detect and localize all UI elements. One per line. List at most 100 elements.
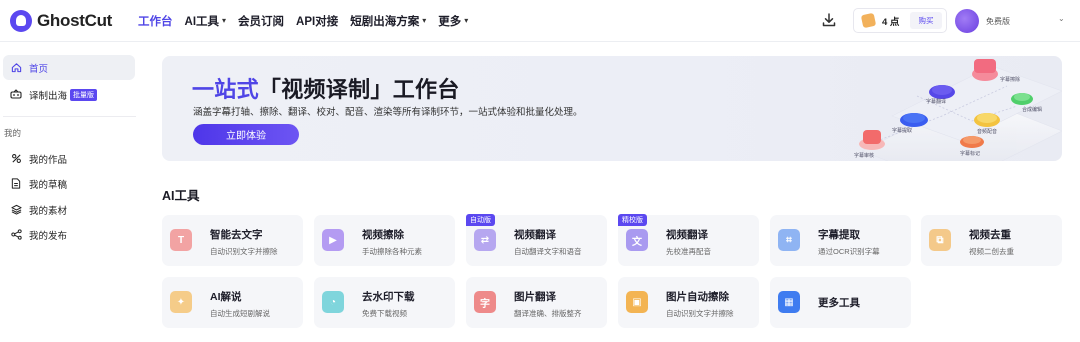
- ai-narration-icon: ✦: [170, 291, 192, 313]
- nav-item[interactable]: 更多 ▾: [438, 13, 468, 29]
- tool-card-title: AI解说: [210, 291, 242, 303]
- banner-subtitle: 涵盖字幕打轴、擦除、翻译、校对、配音、渲染等所有译制环节，一站式体验和批量化处理…: [193, 107, 583, 118]
- sidebar: 首页 译制出海 批量版 我的 我的作品 我的草稿 我的素材 我的发布: [0, 43, 142, 342]
- art-label: 音频配音: [977, 128, 997, 135]
- coin-icon: [860, 12, 877, 29]
- tool-card-desc: 手动擦除各种元素: [362, 247, 422, 256]
- node-red-icon: [859, 130, 885, 150]
- subtitle-translate-icon: [10, 89, 22, 101]
- tool-card[interactable]: ▦ 更多工具: [770, 277, 911, 328]
- plan-label: 免费版: [986, 17, 1010, 26]
- tool-card[interactable]: 文 视频翻译 先校准再配音 精校版: [618, 214, 759, 266]
- hero-banner: 一站式「视频译制」工作台 涵盖字幕打轴、擦除、翻译、校对、配音、渲染等所有译制环…: [162, 56, 1062, 161]
- tool-card[interactable]: 字 图片翻译 翻译准确、排版整齐: [466, 277, 607, 328]
- tool-card-desc: 自动生成短剧解说: [210, 309, 270, 318]
- logo[interactable]: GhostCut: [10, 9, 112, 32]
- translate-proof-icon: 文: [626, 229, 648, 251]
- video-translate-icon: ⇄: [474, 229, 496, 251]
- tool-card[interactable]: ⌗ 字幕提取通过OCR识别字幕: [770, 215, 911, 266]
- subtitle-extract-icon: ⌗: [778, 229, 800, 251]
- tool-card[interactable]: ▣ 图片自动擦除 自动识别文字并擦除: [618, 277, 759, 328]
- home-icon: [10, 62, 22, 74]
- sidebar-item-label: 我的发布: [29, 230, 68, 242]
- buy-points-button[interactable]: 购买: [910, 12, 942, 29]
- ghost-logo-icon: [10, 9, 32, 32]
- nav-item[interactable]: API对接: [296, 13, 338, 29]
- image-translate-icon: 字: [474, 291, 496, 313]
- sidebar-item-works[interactable]: 我的作品: [3, 146, 135, 171]
- art-label: 合成编辑: [1022, 106, 1042, 113]
- tool-card-title: 智能去文字: [210, 229, 263, 241]
- tool-card-desc: 免费下载视频: [362, 309, 407, 318]
- tool-card-desc: 自动翻译文字和语音: [514, 247, 582, 256]
- more-tools-icon: ▦: [778, 291, 800, 313]
- tool-card-title: 图片翻译: [514, 291, 556, 303]
- art-label: 字幕审核: [854, 152, 874, 159]
- sidebar-item-dubbing[interactable]: 译制出海 批量版: [3, 82, 135, 107]
- sidebar-item-home[interactable]: 首页: [3, 55, 135, 80]
- tool-card[interactable]: T 智能去文字自动识别文字并擦除: [162, 215, 303, 266]
- art-label: 字幕提取: [892, 127, 912, 134]
- nav-item[interactable]: 短剧出海方案 ▾: [350, 13, 426, 29]
- batch-badge: 批量版: [70, 88, 98, 101]
- sidebar-item-label: 我的素材: [29, 205, 68, 217]
- workflow-illustration: 字幕擦除 合成编辑 字幕翻译 字幕提取 音频配音 字幕审核 字幕标记: [854, 59, 1062, 161]
- tool-card-desc: 自动识别文字并擦除: [210, 247, 278, 256]
- banner-title-rest: 「视频译制」工作台: [258, 77, 460, 102]
- tool-card-desc: 自动识别文字并擦除: [666, 309, 734, 318]
- layers-icon: [10, 204, 22, 216]
- tool-card-title: 视频翻译: [514, 229, 556, 241]
- sidebar-item-drafts[interactable]: 我的草稿: [3, 171, 135, 196]
- dedupe-icon: ⧉: [929, 229, 951, 251]
- tool-card-desc: 通过OCR识别字幕: [818, 247, 880, 256]
- chevron-down-icon: ▾: [464, 16, 469, 25]
- tool-card[interactable]: ◔ 去水印下载免费下载视频: [314, 277, 455, 328]
- sidebar-item-label: 我的草稿: [29, 179, 68, 191]
- sidebar-item-label: 首页: [29, 63, 49, 75]
- banner-title-accent: 一站式: [192, 77, 259, 102]
- share-icon: [10, 229, 22, 241]
- tool-card[interactable]: ✦ AI解说自动生成短剧解说: [162, 277, 303, 328]
- download-icon[interactable]: [821, 12, 837, 28]
- tool-card-title: 去水印下载: [362, 291, 415, 303]
- nav-item-label: 更多: [438, 15, 462, 28]
- text-remove-icon: T: [170, 229, 192, 251]
- nav-item-label: AI工具: [184, 15, 220, 28]
- sidebar-item-label: 译制出海: [29, 90, 68, 102]
- avatar[interactable]: [955, 9, 979, 33]
- tool-card[interactable]: ▶ 视频擦除 手动擦除各种元素: [314, 215, 455, 266]
- top-header: GhostCut 工作台 AI工具 ▾ 会员订阅 API对接 短剧出海方案 ▾ 更多 ▾ 4 点…: [0, 0, 1080, 42]
- tool-card-title: 更多工具: [818, 297, 860, 309]
- art-label: 字幕标记: [960, 150, 980, 157]
- nav-item-label: API对接: [296, 15, 339, 28]
- tool-card-title: 字幕提取: [818, 229, 860, 241]
- art-label: 字幕擦除: [1000, 76, 1020, 83]
- tool-card-desc: 视频二创去重: [969, 247, 1014, 256]
- nav-item[interactable]: 工作台: [138, 13, 173, 29]
- sidebar-item-publish[interactable]: 我的发布: [3, 222, 135, 247]
- art-label: 字幕翻译: [926, 98, 946, 105]
- try-now-button[interactable]: 立即体验: [193, 124, 299, 145]
- tool-card[interactable]: ⧉ 视频去重 视频二创去重: [921, 215, 1062, 266]
- section-title: AI工具: [162, 189, 200, 203]
- nav-item-label: 短剧出海方案: [350, 15, 420, 28]
- sidebar-item-materials[interactable]: 我的素材: [3, 197, 135, 222]
- draft-icon: [10, 178, 22, 190]
- nav-item[interactable]: 会员订阅: [238, 13, 284, 29]
- nav-item-label: 工作台: [138, 15, 173, 28]
- watermark-download-icon: ◔: [322, 291, 344, 313]
- sidebar-group-label: 我的: [4, 128, 22, 138]
- chevron-down-icon[interactable]: ⌄: [1058, 14, 1065, 23]
- chevron-down-icon: ▾: [422, 16, 427, 25]
- version-tag: 自动版: [466, 214, 495, 226]
- image-erase-icon: ▣: [626, 291, 648, 313]
- video-erase-icon: ▶: [322, 229, 344, 251]
- banner-title: 一站式「视频译制」工作台: [192, 72, 460, 104]
- tool-card[interactable]: ⇄ 视频翻译自动翻译文字和语音 自动版: [466, 214, 607, 266]
- sidebar-item-label: 我的作品: [29, 154, 68, 166]
- divider: [3, 116, 136, 117]
- tool-card-desc: 先校准再配音: [666, 247, 711, 256]
- points-balance: 4 点 购买: [853, 8, 947, 33]
- main-nav: 工作台 AI工具 ▾ 会员订阅 API对接 短剧出海方案 ▾ 更多 ▾: [138, 13, 468, 29]
- nav-item[interactable]: AI工具 ▾: [185, 13, 227, 29]
